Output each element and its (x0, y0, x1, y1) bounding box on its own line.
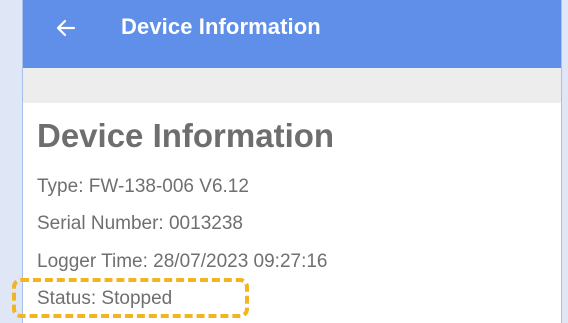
device-type-text: Type: FW-138-006 V6.12 (37, 176, 249, 197)
app-bar-title: Device Information (121, 14, 321, 39)
status-text: Status: Stopped (37, 288, 173, 309)
logger-time-text: Logger Time: 28/07/2023 09:27:16 (37, 251, 328, 272)
back-button[interactable] (53, 15, 79, 41)
app-bar: Device Information (23, 0, 561, 68)
serial-number-text: Serial Number: 0013238 (37, 213, 243, 234)
arrow-left-icon (56, 19, 76, 37)
device-info-panel: Device Information Type: FW-138-006 V6.1… (23, 103, 561, 323)
section-heading: Device Information (37, 117, 335, 154)
device-information-screen: Device Information Device Information Ty… (22, 0, 562, 323)
sub-header-bar (23, 68, 561, 103)
